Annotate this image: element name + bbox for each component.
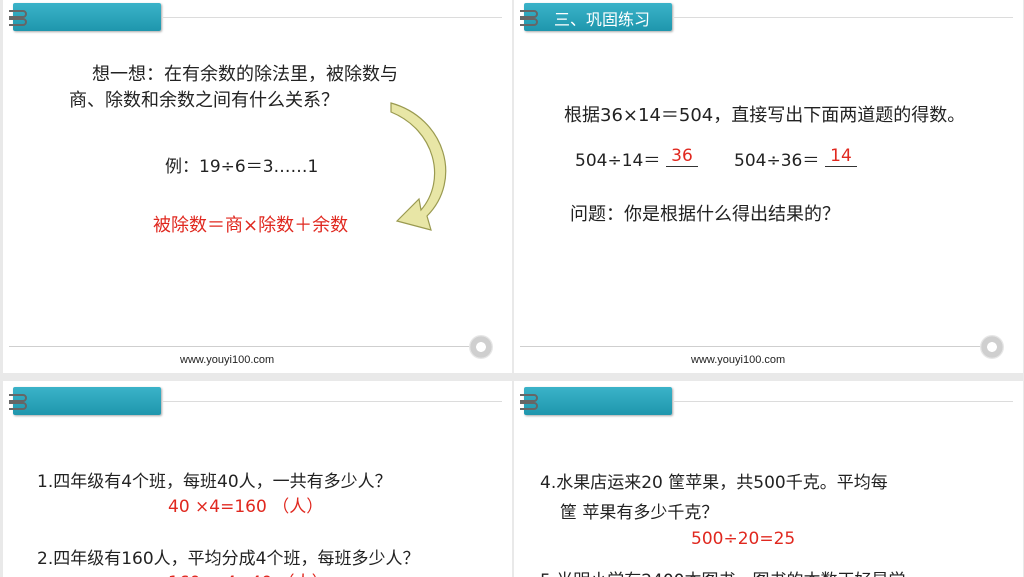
slide-1-title-tab (13, 3, 161, 31)
curved-arrow-icon (390, 102, 447, 231)
problem-1: 1.四年级有4个班，每班40人，一共有多少人？ (37, 472, 392, 492)
header-line (674, 17, 1013, 18)
header-line (163, 17, 502, 18)
relation-formula: 被除数＝商×除数＋余数 (153, 215, 349, 236)
footer-line (520, 346, 983, 347)
question-line-2: 商、除数和余数之间有什么关系？ (69, 90, 339, 111)
problem-2: 2.四年级有160人，平均分成4个班，每班多少人？ (37, 549, 420, 569)
footer-url: www.youyi100.com (180, 354, 275, 366)
follow-up-question: 问题：你是根据什么得出结果的？ (570, 204, 840, 225)
equation-1: 504÷14＝ (575, 151, 661, 171)
header-line (163, 401, 502, 402)
binder-rings-icon (9, 394, 27, 410)
answer-2: 160 ÷ 4=40 （人） (168, 568, 329, 577)
gear-icon (980, 335, 1004, 359)
intro-text: 根据36×14＝504，直接写出下面两道题的得数。 (564, 105, 966, 126)
slide-2-title-tab: 三、巩固练习 (524, 3, 672, 31)
equation-1-answer: 36 (666, 146, 698, 167)
question-line-1: 想一想：在有余数的除法里，被除数与 (92, 64, 398, 85)
equation-2-answer: 14 (825, 146, 857, 167)
slide-4: 4.水果店运来20 筐苹果，共500千克。平均每 筐 苹果有多少千克？ 500÷… (514, 381, 1023, 577)
answer-4: 500÷20=25 (691, 529, 796, 549)
example-equation: 例：19÷6＝3……1 (165, 157, 319, 177)
problem-5: 5.光明小学有2400本图书，图书的本数正好是学 (540, 566, 905, 577)
slide-4-title-tab (524, 387, 672, 415)
slide-3: 1.四年级有4个班，每班40人，一共有多少人？ 40 ×4=160 （人） 2.… (3, 381, 512, 577)
slide-1: 想一想：在有余数的除法里，被除数与 商、除数和余数之间有什么关系？ 例：19÷6… (3, 0, 512, 373)
binder-rings-icon (9, 10, 27, 26)
slide-2: 三、巩固练习 根据36×14＝504，直接写出下面两道题的得数。 504÷14＝… (514, 0, 1023, 373)
problem-4-line-2: 筐 苹果有多少千克？ (560, 503, 719, 523)
problem-4-line-1: 4.水果店运来20 筐苹果，共500千克。平均每 (540, 473, 888, 493)
footer-line (9, 346, 472, 347)
binder-rings-icon (520, 10, 538, 26)
gear-icon (469, 335, 493, 359)
footer-url: www.youyi100.com (691, 354, 786, 366)
answer-1: 40 ×4=160 （人） (168, 497, 324, 517)
tab-title: 三、巩固练习 (554, 10, 651, 29)
slide-3-title-tab (13, 387, 161, 415)
equation-2: 504÷36＝ (734, 151, 820, 171)
header-line (674, 401, 1013, 402)
binder-rings-icon (520, 394, 538, 410)
